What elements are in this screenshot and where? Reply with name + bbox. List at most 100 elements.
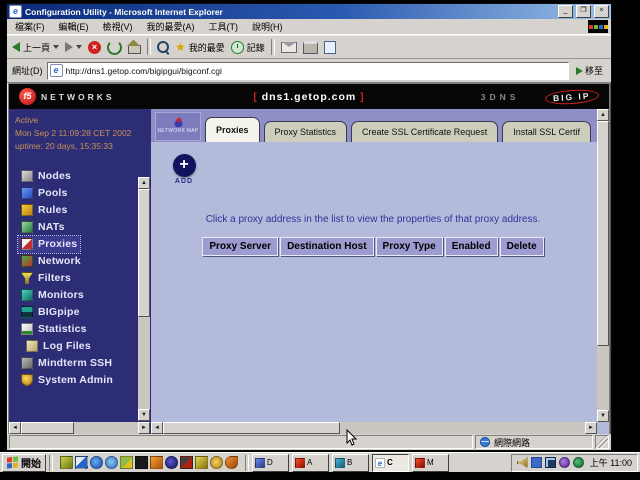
- quick-launch-icon-5[interactable]: [120, 456, 133, 469]
- scroll-up-icon[interactable]: ▲: [597, 109, 609, 121]
- menu-view[interactable]: 檢視(V): [96, 20, 140, 33]
- task-button-active-ie[interactable]: e C: [372, 454, 409, 472]
- quick-launch-icon-9[interactable]: [180, 456, 193, 469]
- column-delete[interactable]: Delete: [500, 237, 544, 256]
- task-button-2[interactable]: A: [292, 454, 329, 472]
- scroll-right-icon[interactable]: ►: [138, 422, 150, 434]
- scroll-left-icon[interactable]: ◄: [151, 422, 163, 434]
- sidebar-item-network[interactable]: Network: [18, 253, 84, 270]
- sidebar-item-system-admin[interactable]: System Admin: [18, 372, 116, 389]
- scrollbar-thumb[interactable]: [21, 422, 74, 434]
- menu-file[interactable]: 檔案(F): [8, 20, 52, 33]
- sidebar-item-rules[interactable]: Rules: [18, 202, 71, 219]
- sidebar-item-filters[interactable]: Filters: [18, 270, 74, 287]
- sidebar-item-logfiles[interactable]: Log Files: [18, 338, 94, 355]
- menu-edit[interactable]: 編輯(E): [52, 20, 96, 33]
- sidebar-item-proxies[interactable]: Proxies: [18, 236, 80, 253]
- menu-tools[interactable]: 工具(T): [202, 20, 246, 33]
- quick-launch-icon-12[interactable]: [225, 456, 238, 469]
- menu-favorites[interactable]: 我的最愛(A): [140, 20, 202, 33]
- column-enabled[interactable]: Enabled: [445, 237, 498, 256]
- quick-launch-icon-10[interactable]: [195, 456, 208, 469]
- menu-help[interactable]: 說明(H): [245, 20, 290, 33]
- mail-button[interactable]: [281, 42, 297, 53]
- link-3dns[interactable]: 3DNS: [481, 92, 520, 102]
- task-button-3[interactable]: B: [332, 454, 369, 472]
- sidebar: Active Mon Sep 2 11:09:28 CET 2002 uptim…: [9, 109, 151, 434]
- sidebar-horizontal-scrollbar[interactable]: ◄ ►: [9, 422, 150, 434]
- quick-launch-icon-1[interactable]: [60, 456, 73, 469]
- quick-launch-icon-7[interactable]: [150, 456, 163, 469]
- column-proxy-type[interactable]: Proxy Type: [376, 237, 443, 256]
- filters-icon: [21, 272, 33, 284]
- search-button[interactable]: [157, 41, 169, 53]
- forward-button[interactable]: [65, 42, 82, 52]
- favorites-button[interactable]: ★ 我的最愛: [175, 41, 225, 54]
- link-bigip[interactable]: BIG IP: [545, 88, 599, 106]
- sidebar-item-nodes[interactable]: Nodes: [18, 168, 74, 185]
- scrollbar-thumb[interactable]: [597, 121, 609, 346]
- scroll-right-icon[interactable]: ►: [585, 422, 597, 434]
- tab-proxies[interactable]: Proxies: [205, 117, 260, 142]
- scroll-left-icon[interactable]: ◄: [9, 422, 21, 434]
- volume-icon[interactable]: [517, 457, 528, 468]
- scrollbar-thumb[interactable]: [138, 189, 150, 317]
- address-label: 網址(D): [12, 64, 43, 77]
- scroll-down-icon[interactable]: ▼: [138, 409, 150, 421]
- edit-button[interactable]: [324, 41, 336, 54]
- sidebar-item-mindterm-ssh[interactable]: Mindterm SSH: [18, 355, 115, 372]
- display-icon[interactable]: [545, 457, 556, 468]
- content-vertical-scrollbar[interactable]: ▲ ▼: [597, 109, 609, 422]
- resize-grip[interactable]: [595, 435, 609, 449]
- app-tray-icon-2[interactable]: [573, 457, 584, 468]
- input-method-icon[interactable]: [531, 457, 542, 468]
- tab-install-ssl-certificate[interactable]: Install SSL Certif: [502, 121, 591, 142]
- tab-create-ssl-certificate-request[interactable]: Create SSL Certificate Request: [351, 121, 498, 142]
- quick-launch-icon-3[interactable]: [90, 456, 103, 469]
- internet-zone-icon: [480, 437, 490, 447]
- back-button[interactable]: 上一頁: [12, 41, 59, 54]
- home-button[interactable]: [128, 45, 141, 54]
- quick-launch-icon-6[interactable]: [135, 456, 148, 469]
- maximize-button[interactable]: ❐: [576, 5, 591, 18]
- sidebar-item-pools[interactable]: Pools: [18, 185, 71, 202]
- add-proxy-button[interactable]: + ADD: [167, 154, 201, 185]
- tab-proxy-statistics[interactable]: Proxy Statistics: [264, 121, 348, 142]
- sidebar-item-statistics[interactable]: Statistics: [18, 321, 90, 338]
- sidebar-item-monitors[interactable]: Monitors: [18, 287, 87, 304]
- column-destination-host[interactable]: Destination Host: [280, 237, 373, 256]
- sidebar-vertical-scrollbar[interactable]: ▲ ▼: [138, 177, 150, 421]
- print-button[interactable]: [303, 41, 318, 54]
- task-button-5[interactable]: M: [412, 454, 449, 472]
- statistics-icon: [21, 323, 33, 335]
- close-button[interactable]: ×: [594, 5, 609, 18]
- minimize-button[interactable]: _: [558, 5, 573, 18]
- nodes-icon: [21, 170, 33, 182]
- page-favicon: e: [50, 64, 63, 77]
- quick-launch-icon-8[interactable]: [165, 456, 178, 469]
- scroll-down-icon[interactable]: ▼: [597, 410, 609, 422]
- title-bar[interactable]: e Configuration Utility - Microsoft Inte…: [7, 4, 611, 19]
- status-label: Active: [15, 114, 151, 127]
- column-proxy-server[interactable]: Proxy Server: [202, 237, 278, 256]
- task-button-1[interactable]: D: [252, 454, 289, 472]
- sidebar-item-bigpipe[interactable]: BIGpipe: [18, 304, 83, 321]
- clock[interactable]: 上午 11:00: [587, 456, 632, 469]
- stop-button[interactable]: ×: [88, 41, 101, 54]
- start-button[interactable]: 開始: [2, 454, 46, 472]
- app-tray-icon-1[interactable]: [559, 457, 570, 468]
- history-button[interactable]: 記錄: [231, 41, 265, 54]
- logfiles-icon: [26, 340, 38, 352]
- scrollbar-thumb[interactable]: [163, 422, 340, 434]
- content-horizontal-scrollbar[interactable]: ◄ ►: [151, 422, 597, 434]
- scroll-up-icon[interactable]: ▲: [138, 177, 150, 189]
- quick-launch-icon-4[interactable]: [105, 456, 118, 469]
- quick-launch-icon-11[interactable]: [210, 456, 223, 469]
- sidebar-item-nats[interactable]: NATs: [18, 219, 68, 236]
- go-button[interactable]: 移至: [573, 64, 606, 77]
- refresh-button[interactable]: [107, 40, 122, 55]
- system-admin-icon: [21, 374, 33, 386]
- quick-launch-icon-2[interactable]: [75, 456, 88, 469]
- network-map-button[interactable]: NETWORK MAP: [155, 112, 201, 141]
- address-input[interactable]: [66, 66, 566, 76]
